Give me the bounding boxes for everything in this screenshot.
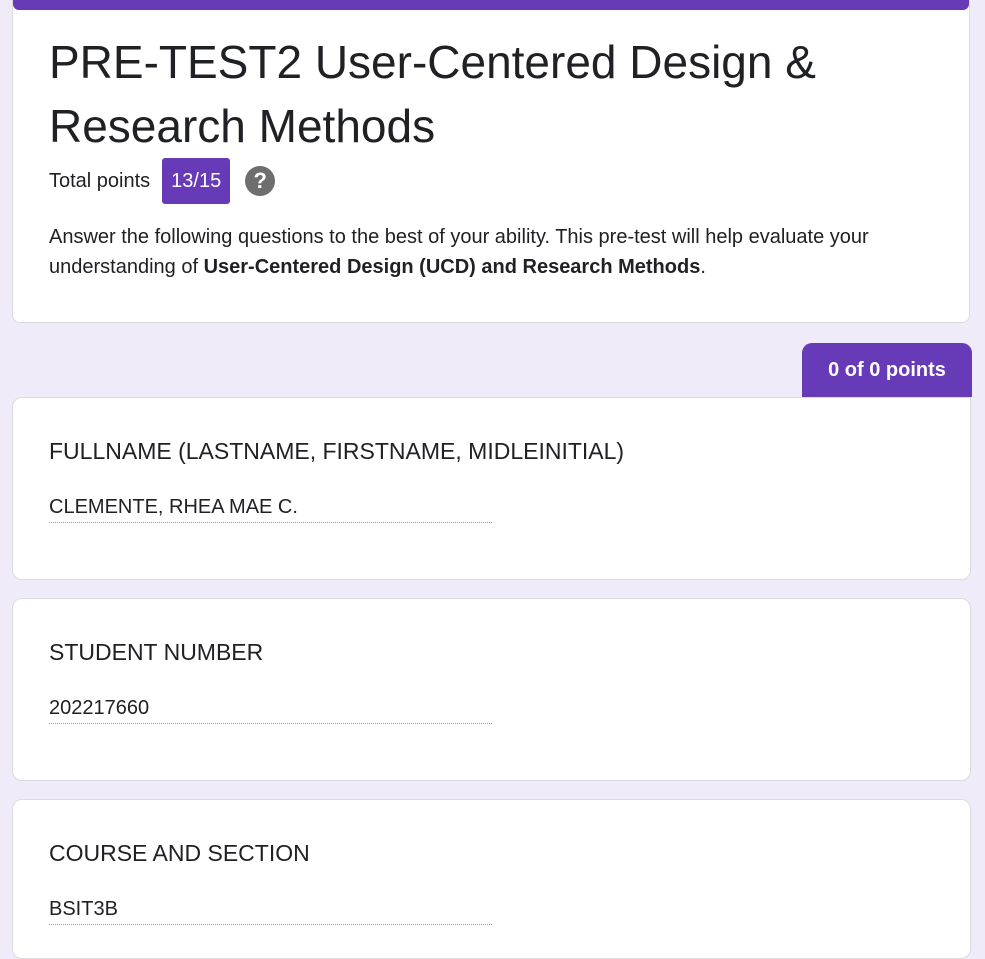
description-end: . xyxy=(700,256,706,278)
form-header-card: PRE-TEST2 User-Centered Design & Researc… xyxy=(12,0,970,323)
question-card-student-number: STUDENT NUMBER 202217660 xyxy=(12,598,971,781)
question-card-course-section: COURSE AND SECTION BSIT3B xyxy=(12,799,971,959)
question-title: FULLNAME (LASTNAME, FIRSTNAME, MIDLEINIT… xyxy=(49,438,625,464)
question-answer: 202217660 xyxy=(49,697,492,724)
total-points-label: Total points xyxy=(49,169,151,192)
total-points-row: Total points 13/15 ? xyxy=(49,158,276,204)
question-title: COURSE AND SECTION xyxy=(49,840,310,866)
question-answer: CLEMENTE, RHEA MAE C. xyxy=(49,496,492,523)
question-card-fullname: FULLNAME (LASTNAME, FIRSTNAME, MIDLEINIT… xyxy=(12,397,971,580)
help-circle-icon[interactable]: ? xyxy=(245,166,276,196)
form-description: Answer the following questions to the be… xyxy=(49,222,929,282)
question-title: STUDENT NUMBER xyxy=(49,639,264,665)
section-points-tab: 0 of 0 points xyxy=(802,343,972,397)
form-title: PRE-TEST2 User-Centered Design & Researc… xyxy=(49,36,816,152)
score-badge: 13/15 xyxy=(162,158,231,204)
question-answer: BSIT3B xyxy=(49,898,492,925)
description-bold-text: User-Centered Design (UCD) and Research … xyxy=(203,256,701,278)
accent-bar xyxy=(13,0,969,10)
